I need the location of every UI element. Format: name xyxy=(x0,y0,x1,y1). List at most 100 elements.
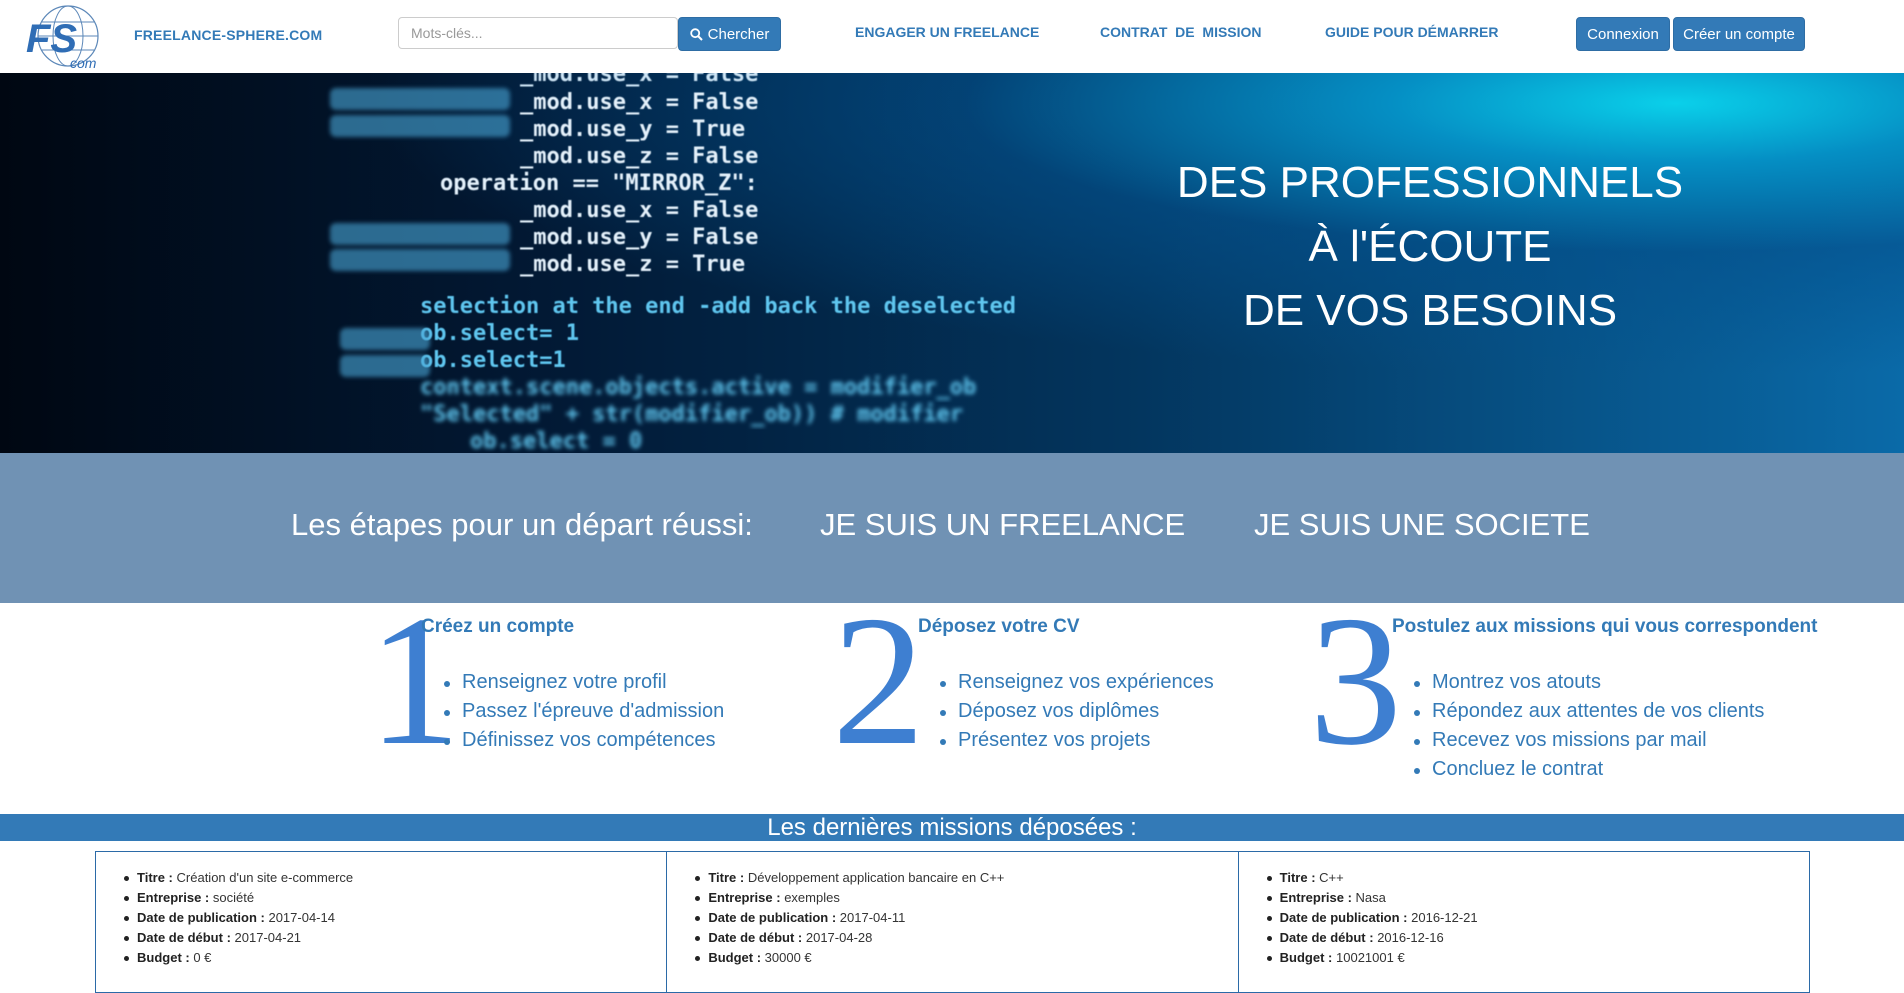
hero-banner: _mod.use_x = False _mod.use_x = False _m… xyxy=(0,73,1904,453)
field-label: Budget : xyxy=(137,950,190,965)
field-label: Date de début : xyxy=(708,930,803,945)
code-line: operation == "MIRROR_Z": xyxy=(440,171,758,196)
mission-company: Entreprise : Nasa xyxy=(1266,888,1809,908)
field-value: exemples xyxy=(784,890,840,905)
field-value: 0 € xyxy=(193,950,212,965)
field-label: Entreprise : xyxy=(137,890,210,905)
field-value: 10021001 € xyxy=(1336,950,1405,965)
mission-published: Date de publication : 2016-12-21 xyxy=(1266,908,1809,928)
freelance-choice-link[interactable]: JE SUIS UN FREELANCE xyxy=(820,507,1185,543)
mission-card[interactable]: Titre : C++ Entreprise : Nasa Date de pu… xyxy=(1239,852,1809,992)
field-label: Titre : xyxy=(708,870,745,885)
field-label: Date de début : xyxy=(1279,930,1374,945)
step-item: Présentez vos projets xyxy=(940,726,1214,755)
field-value: 2017-04-11 xyxy=(839,910,906,925)
search-button[interactable]: Chercher xyxy=(678,17,781,51)
step-list: Renseignez vos expériences Déposez vos d… xyxy=(940,668,1214,755)
mission-title: Titre : Création d'un site e-commerce xyxy=(124,868,666,888)
field-value: 2016-12-16 xyxy=(1377,930,1444,945)
mission-title: Titre : C++ xyxy=(1266,868,1809,888)
code-line: selection at the end -add back the desel… xyxy=(420,294,1016,319)
mission-start: Date de début : 2016-12-16 xyxy=(1266,928,1809,948)
field-label: Date de publication : xyxy=(1279,910,1408,925)
code-line: context.scene.objects.active = modifier_… xyxy=(420,375,976,400)
login-button[interactable]: Connexion xyxy=(1576,17,1670,51)
field-label: Titre : xyxy=(137,870,173,885)
mission-company: Entreprise : société xyxy=(124,888,666,908)
globe-logo-icon: FS com xyxy=(26,5,99,71)
mission-company: Entreprise : exemples xyxy=(695,888,1237,908)
field-value: 2017-04-14 xyxy=(268,910,335,925)
code-line: _mod.use_z = True xyxy=(520,252,745,277)
field-label: Budget : xyxy=(708,950,762,965)
field-value: Création d'un site e-commerce xyxy=(176,870,354,885)
search-input[interactable] xyxy=(398,17,678,49)
field-value: 2017-04-21 xyxy=(234,930,302,945)
code-line: _mod.use_x = False xyxy=(520,90,758,115)
search-button-label: Chercher xyxy=(707,25,770,43)
step-list: Renseignez votre profil Passez l'épreuve… xyxy=(444,668,724,755)
field-value: Nasa xyxy=(1355,890,1386,905)
field-value: 2016-12-21 xyxy=(1411,910,1478,925)
step-item: Concluez le contrat xyxy=(1414,755,1764,784)
mission-budget: Budget : 10021001 € xyxy=(1266,948,1809,968)
field-label: Date de début : xyxy=(137,930,231,945)
code-line: "Selected" + str(modifier_ob)) # modifie… xyxy=(420,402,963,427)
hero-line: DES PROFESSIONNELS xyxy=(1176,158,1684,207)
missions-list: Titre : Création d'un site e-commerce En… xyxy=(95,851,1810,993)
step-item: Répondez aux attentes de vos clients xyxy=(1414,697,1764,726)
code-line: _mod.use_y = False xyxy=(520,225,758,250)
mission-start: Date de début : 2017-04-21 xyxy=(124,928,666,948)
step-number: 3 xyxy=(1309,578,1402,784)
hero-headline: DES PROFESSIONNELS À l'ÉCOUTE DE VOS BES… xyxy=(1140,151,1720,343)
step-number: 2 xyxy=(832,578,925,784)
mission-published: Date de publication : 2017-04-14 xyxy=(124,908,666,928)
step-list: Montrez vos atouts Répondez aux attentes… xyxy=(1414,668,1764,784)
nav-link-guide-demarrer[interactable]: GUIDE POUR DÉMARRER xyxy=(1325,24,1498,40)
mission-budget: Budget : 0 € xyxy=(124,948,666,968)
step-item: Définissez vos compétences xyxy=(444,726,724,755)
mission-budget: Budget : 30000 € xyxy=(695,948,1237,968)
mission-card[interactable]: Titre : Création d'un site e-commerce En… xyxy=(96,852,668,992)
code-line: _mod.use_x = False xyxy=(520,198,758,223)
hero-line: À l'ÉCOUTE xyxy=(1308,222,1552,271)
missions-heading: Les dernières missions déposées : xyxy=(0,814,1904,841)
signup-button[interactable]: Créer un compte xyxy=(1673,17,1805,51)
step-item: Renseignez votre profil xyxy=(444,668,724,697)
code-line: _mod.use_x = False xyxy=(520,73,758,87)
step-item: Passez l'épreuve d'admission xyxy=(444,697,724,726)
step-item: Montrez vos atouts xyxy=(1414,668,1764,697)
search-icon xyxy=(689,27,703,41)
brand-link[interactable]: FREELANCE-SPHERE.COM xyxy=(134,27,322,43)
mission-start: Date de début : 2017-04-28 xyxy=(695,928,1237,948)
svg-text:com: com xyxy=(70,55,97,71)
site-logo[interactable]: FS com xyxy=(24,2,110,72)
field-value: 30000 € xyxy=(764,950,812,965)
field-label: Date de publication : xyxy=(708,910,837,925)
code-line: _mod.use_z = False xyxy=(520,144,758,169)
mission-title: Titre : Développement application bancai… xyxy=(695,868,1237,888)
field-value: Développement application bancaire en C+… xyxy=(747,870,1005,885)
field-value: société xyxy=(212,890,255,905)
field-label: Entreprise : xyxy=(1279,890,1352,905)
hero-line: DE VOS BESOINS xyxy=(1242,286,1618,335)
code-line: ob.select = 0 xyxy=(470,429,642,453)
step-item: Renseignez vos expériences xyxy=(940,668,1214,697)
field-value: 2017-04-28 xyxy=(805,930,873,945)
step-title: Créez un compte xyxy=(421,616,575,637)
field-label: Budget : xyxy=(1279,950,1333,965)
company-choice-link[interactable]: JE SUIS UNE SOCIETE xyxy=(1254,507,1590,543)
top-navbar: FS com FREELANCE-SPHERE.COM Chercher ENG… xyxy=(0,0,1904,73)
nav-link-engager-freelance[interactable]: ENGAGER UN FREELANCE xyxy=(855,24,1039,40)
code-line: ob.select= 1 xyxy=(420,321,579,346)
field-label: Entreprise : xyxy=(708,890,781,905)
steps-title: Les étapes pour un départ réussi: xyxy=(291,507,753,542)
nav-link-contrat-mission[interactable]: CONTRAT DE MISSION xyxy=(1100,24,1262,40)
step-title: Déposez votre CV xyxy=(918,616,1080,637)
step-item: Déposez vos diplômes xyxy=(940,697,1214,726)
mission-card[interactable]: Titre : Développement application bancai… xyxy=(667,852,1239,992)
step-title: Postulez aux missions qui vous correspon… xyxy=(1392,616,1818,637)
field-label: Titre : xyxy=(1279,870,1316,885)
step-item: Recevez vos missions par mail xyxy=(1414,726,1764,755)
code-line: ob.select=1 xyxy=(420,348,566,373)
